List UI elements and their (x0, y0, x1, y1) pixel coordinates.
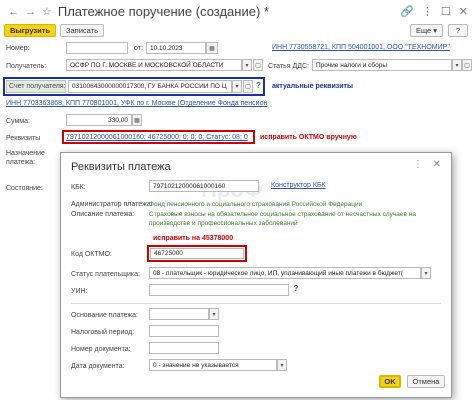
basis-dropdown-icon[interactable]: ▾ (209, 308, 219, 320)
dialog-title: Реквизиты платежа (71, 161, 171, 173)
account-field[interactable]: 03100643000000017300, ГУ БАНКА РОССИИ ПО… (68, 80, 232, 93)
recipient-open-icon[interactable]: ▢ (253, 59, 263, 71)
uin-label: УИН: (71, 288, 88, 295)
link-icon[interactable]: 🔗 (400, 5, 414, 18)
recipient-field[interactable]: ОСФР ПО Г. МОСКВЕ И МОСКОВСКОЙ ОБЛАСТИ (66, 59, 242, 71)
calendar-icon[interactable]: ▦ (206, 42, 218, 54)
kbk-constructor-link[interactable]: Конструктор КБК (271, 182, 326, 189)
window-title-bar: ← → ☆ Платежное поручение (создание) * (8, 4, 269, 19)
description-value: Страховые взносы на обязательное социаль… (149, 211, 416, 227)
admin-label: Администратор платежа: (71, 201, 153, 208)
account-open-icon[interactable]: ▢ (243, 80, 253, 93)
number-field[interactable] (66, 42, 128, 54)
requisites-label: Реквизиты (6, 135, 41, 142)
account-info-icon[interactable]: ? (254, 81, 263, 92)
star-icon[interactable]: ☆ (42, 5, 52, 18)
ok-button[interactable]: OK (379, 375, 401, 388)
purpose-label: Назначение платежа: (6, 150, 45, 167)
requisites-link[interactable]: 79710212000061000160; 46725000; 0; 0; 0;… (66, 134, 252, 141)
account-label: Счет получателя: (9, 83, 66, 90)
organization-link[interactable]: ИНН 7730558721, КПП 504001001, ООО "ТЕХН… (272, 44, 468, 51)
forward-arrow-icon[interactable]: → (25, 6, 36, 18)
oktmo-field[interactable]: 46725000 (150, 248, 244, 259)
dialog-close-icon[interactable]: ✕ (433, 159, 441, 170)
doc-number-label: Номер документа: (71, 346, 131, 353)
back-arrow-icon[interactable]: ← (8, 6, 19, 18)
dds-dropdown-icon[interactable]: ▾ (452, 59, 462, 71)
payment-requisites-dialog: Реквизиты платежа ⋮ ✕ ПроФ КБК: 79710212… (60, 152, 452, 398)
status-label: Статус плательщика: (71, 271, 140, 278)
sum-field[interactable]: 330,00 (66, 114, 132, 126)
tax-period-label: Налоговый период: (71, 329, 135, 336)
save-button[interactable]: Записать (60, 24, 104, 37)
window-title: Платежное поручение (создание) * (57, 4, 269, 19)
admin-value: Фонд пенсионного и социального страхован… (149, 201, 363, 208)
dds-open-icon[interactable]: ▢ (462, 59, 472, 71)
kbk-field[interactable]: 79710212000061000160 (149, 180, 259, 192)
recipient-label: Получатель: (6, 63, 47, 70)
dds-field[interactable]: Прочие налоги и сборы (312, 59, 452, 71)
uin-field[interactable] (149, 284, 289, 296)
post-close-button[interactable]: Выгрузить (4, 24, 56, 37)
dialog-divider (71, 303, 441, 304)
number-label: Номер: (6, 45, 30, 52)
recipient-details-link[interactable]: ИНН 7703363868, КПП 770801001, УФК по г.… (6, 100, 284, 107)
doc-date-dropdown-icon[interactable]: ▾ (277, 359, 287, 371)
window-controls: 🔗 ⋮ ☐ ✕ (400, 5, 468, 18)
more-dots-icon[interactable]: ⋮ (422, 5, 433, 18)
actual-requisites-note: актуальные реквизиты (272, 83, 353, 90)
status-dropdown-icon[interactable]: ▾ (421, 267, 431, 279)
basis-field[interactable] (149, 308, 209, 320)
fix-oktmo-value-note: исправить на 45378000 (153, 235, 234, 242)
maximize-icon[interactable]: ☐ (441, 5, 451, 18)
fix-oktmo-note: исправить ОКТМО вручную (260, 134, 357, 141)
cancel-button[interactable]: Отмена (407, 375, 445, 388)
dds-label: Статья ДДС: (268, 63, 309, 70)
help-button[interactable]: ? (448, 24, 468, 37)
doc-date-field[interactable]: 0 - значение не указывается (149, 359, 277, 371)
tax-period-field[interactable] (149, 325, 219, 337)
doc-date-label: Дата документа: (71, 363, 125, 370)
sum-label: Сумма: (6, 118, 30, 125)
date-from-label: от: (134, 45, 143, 52)
doc-number-field[interactable] (149, 342, 219, 354)
date-field[interactable]: 10.10.2023 (146, 42, 206, 54)
calculator-icon[interactable]: ▦ (132, 114, 142, 126)
state-label: Состояние: (6, 185, 43, 192)
more-menu-button[interactable]: Еще ▾ (410, 24, 443, 37)
status-field[interactable]: 08 - плательщик - юридическое лицо, ИП, … (149, 267, 421, 279)
account-dropdown-icon[interactable]: ▾ (232, 80, 242, 93)
kbk-label: КБК: (71, 184, 86, 191)
close-icon[interactable]: ✕ (459, 5, 468, 18)
more-label: Еще (415, 26, 432, 35)
dialog-more-icon[interactable]: ⋮ (413, 159, 423, 170)
basis-label: Основание платежа: (71, 312, 138, 319)
description-label: Описание платежа: (71, 211, 135, 218)
uin-help-icon[interactable]: ? (291, 284, 301, 296)
oktmo-label: Код ОКТМО: (71, 251, 112, 258)
recipient-dropdown-icon[interactable]: ▾ (242, 59, 252, 71)
